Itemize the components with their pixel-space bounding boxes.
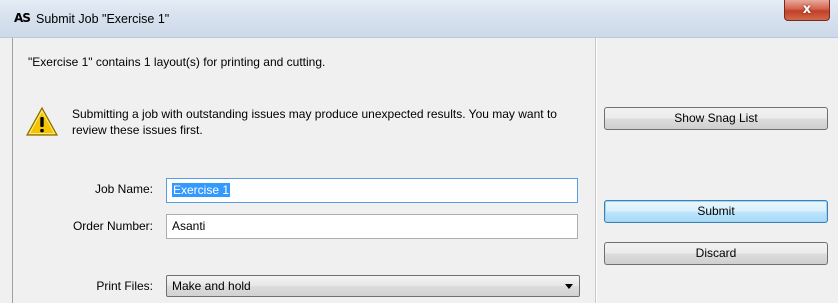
window-title: Submit Job "Exercise 1" — [36, 12, 170, 26]
app-logo: AS — [14, 11, 31, 25]
title-bar: AS Submit Job "Exercise 1" x — [0, 0, 838, 38]
submit-button[interactable]: Submit — [604, 200, 828, 223]
discard-button[interactable]: Discard — [604, 242, 828, 265]
layout-info-text: "Exercise 1" contains 1 layout(s) for pr… — [28, 55, 326, 69]
job-name-label: Job Name: — [94, 182, 153, 196]
vertical-divider — [595, 38, 596, 303]
print-files-select[interactable]: Make and hold — [166, 275, 580, 297]
show-snag-list-button[interactable]: Show Snag List — [604, 107, 828, 130]
order-number-input[interactable]: Asanti — [166, 214, 578, 239]
warning-message: Submitting a job with outstanding issues… — [72, 107, 557, 137]
close-button[interactable]: x — [784, 0, 830, 21]
chevron-down-icon — [565, 284, 573, 289]
job-name-input[interactable]: Exercise 1 — [166, 178, 578, 203]
job-name-value: Exercise 1 — [172, 183, 231, 197]
order-number-label: Order Number: — [72, 219, 153, 233]
print-files-value: Make and hold — [172, 279, 251, 293]
close-icon: x — [802, 2, 812, 17]
order-number-value: Asanti — [172, 219, 206, 233]
warning-icon — [26, 106, 58, 136]
print-files-label: Print Files: — [96, 279, 153, 293]
